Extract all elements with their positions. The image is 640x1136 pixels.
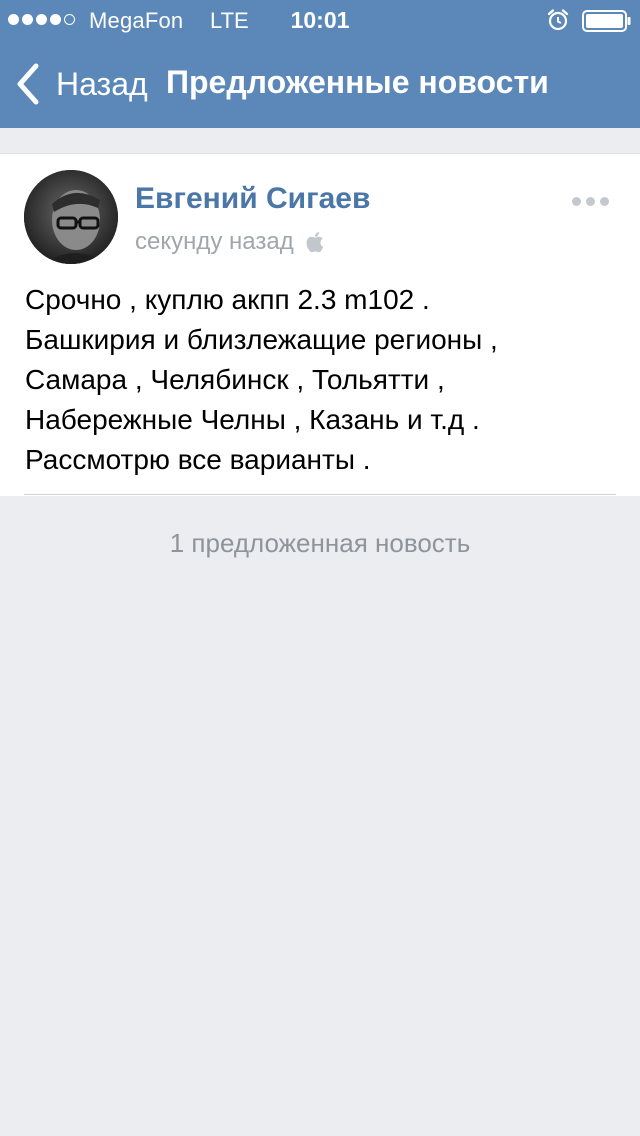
suggested-count-label: 1 предложенная новость: [169, 528, 471, 558]
post-text: Срочно , куплю акпп 2.3 m102 . Башкирия …: [25, 284, 498, 475]
more-dots-icon: [571, 196, 581, 206]
alarm-icon: [547, 9, 569, 31]
author-name[interactable]: Евгений Сигаев: [135, 182, 370, 216]
post-time: секунду назад: [135, 228, 294, 255]
apple-icon: [306, 232, 323, 253]
chevron-left-icon: [17, 63, 39, 105]
page-title: Предложенные новости: [166, 64, 549, 100]
avatar[interactable]: [24, 170, 118, 264]
status-bar: MegaFon LTE 10:01: [0, 0, 640, 40]
app-header: MegaFon LTE 10:01 Назад Предложенные нов…: [0, 0, 640, 128]
back-button[interactable]: Назад: [14, 62, 148, 106]
divider: [24, 494, 616, 495]
suggested-post: Евгений Сигаев секунду назад Срочно , ку…: [0, 153, 640, 496]
avatar-photo: [24, 170, 118, 264]
post-meta: секунду назад: [135, 228, 324, 256]
status-time: 10:01: [290, 7, 350, 33]
navigation-bar: Назад Предложенные новости: [0, 40, 640, 128]
battery-icon: [582, 10, 631, 32]
more-options-button[interactable]: [568, 192, 612, 210]
back-label: Назад: [56, 65, 148, 102]
